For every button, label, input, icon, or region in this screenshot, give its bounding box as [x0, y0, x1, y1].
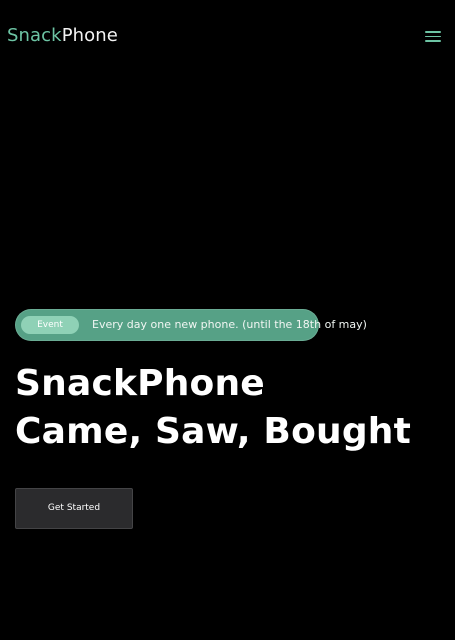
top-navbar: SnackPhone	[0, 0, 455, 72]
event-badge: Event	[21, 316, 79, 334]
menu-bar-bottom	[425, 40, 441, 42]
hero-title: SnackPhone Came, Saw, Bought	[15, 360, 411, 456]
menu-bar-middle	[425, 35, 441, 38]
brand-accent-text: Snack	[7, 25, 62, 46]
get-started-button[interactable]: Get Started	[15, 488, 133, 529]
hamburger-menu-icon[interactable]	[425, 29, 442, 43]
event-announcement-pill[interactable]: Event Every day one new phone. (until th…	[15, 309, 367, 341]
event-announcement-text: Every day one new phone. (until the 18th…	[92, 318, 367, 331]
hero-title-line-2: Came, Saw, Bought	[15, 411, 412, 452]
brand-logo-link[interactable]: SnackPhone	[7, 24, 118, 48]
menu-bar-top	[425, 31, 441, 33]
brand-main-text: Phone	[61, 25, 118, 46]
hero-title-line-1: SnackPhone	[15, 363, 265, 404]
